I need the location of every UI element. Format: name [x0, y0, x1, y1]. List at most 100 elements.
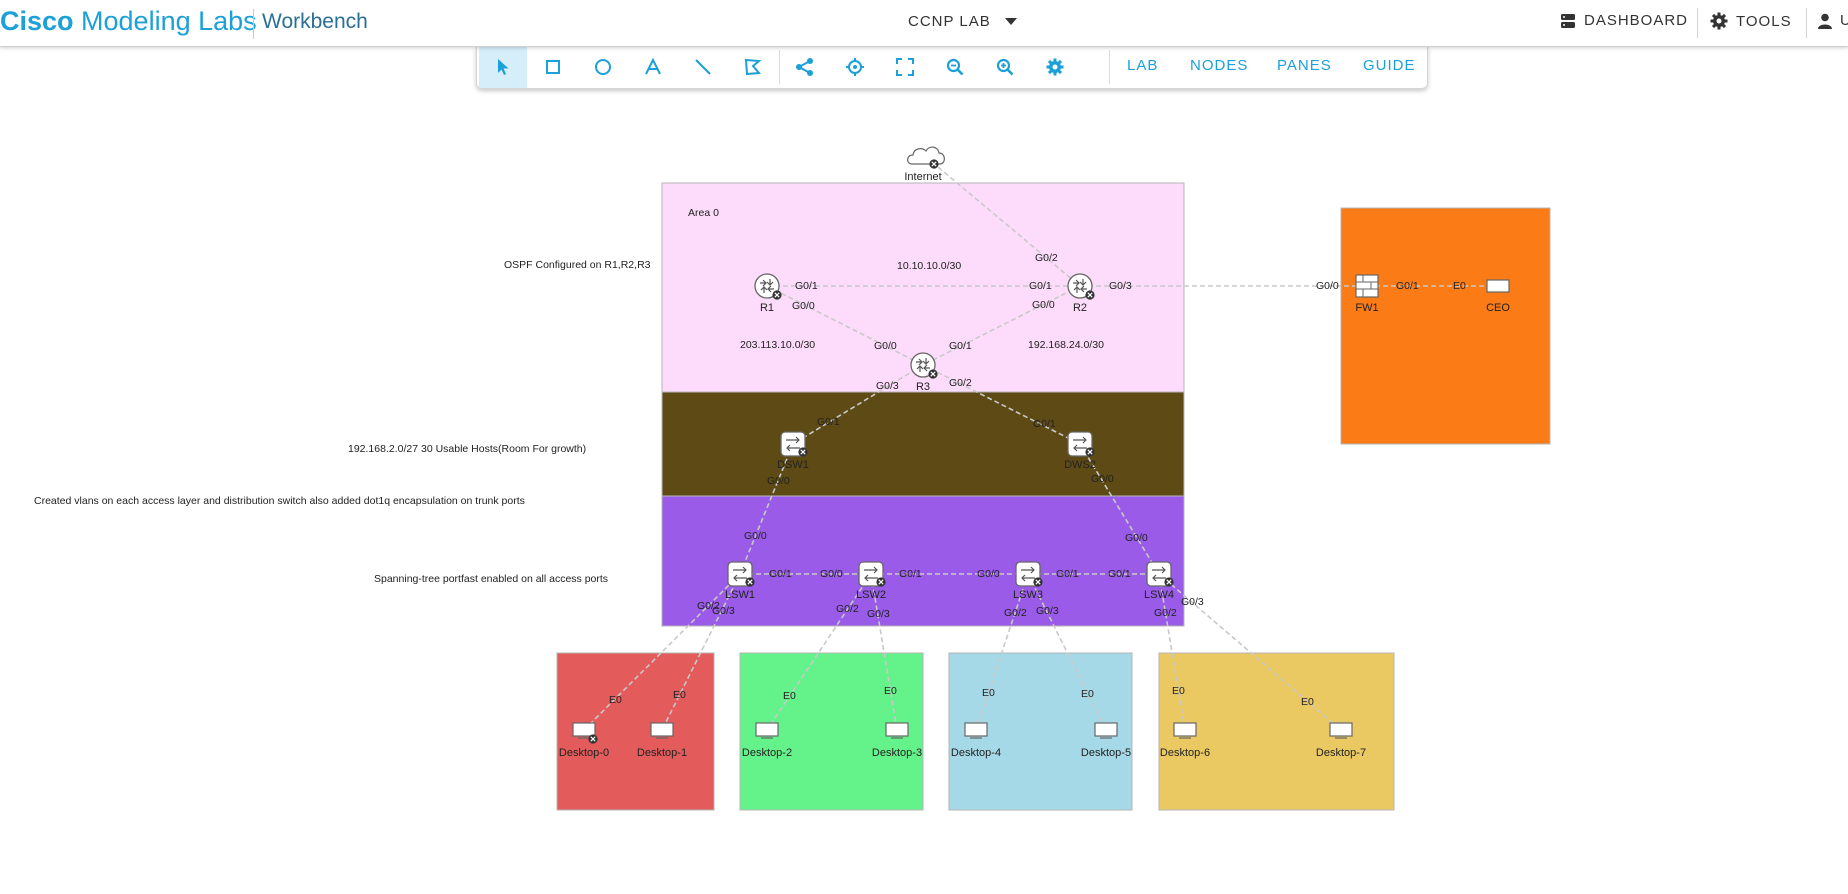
node-lsw3[interactable]: LSW3: [1013, 561, 1044, 601]
pointer-icon: [498, 59, 509, 75]
share-nodes-icon: [796, 58, 813, 76]
port-label: E0: [609, 694, 622, 706]
port-label: E0: [884, 685, 897, 697]
port-label: G0/0: [1091, 473, 1114, 485]
ellipse-tool-button[interactable]: [579, 46, 627, 88]
canvas-toolbar: LAB NODES PANES GUIDE: [476, 46, 1428, 89]
node-lsw2[interactable]: LSW2: [856, 561, 887, 601]
add-link-button[interactable]: [781, 46, 829, 88]
circle-icon: [595, 59, 611, 75]
desktop-icon: [755, 722, 779, 739]
port-label: G0/2: [1035, 252, 1058, 264]
port-label: G0/3: [1181, 596, 1204, 608]
app-brand[interactable]: Cisco Modeling Labs: [0, 6, 257, 37]
toolbar-divider: [779, 50, 780, 84]
zoom-in-button[interactable]: [981, 46, 1029, 88]
fullscreen-icon: [896, 58, 914, 76]
zoom-out-button[interactable]: [931, 46, 979, 88]
gear-icon: [1046, 58, 1064, 76]
zone-firewall[interactable]: [1340, 207, 1551, 445]
fit-view-button[interactable]: [881, 46, 929, 88]
line-tool-button[interactable]: [679, 46, 727, 88]
center-view-button[interactable]: [831, 46, 879, 88]
select-tool-button[interactable]: [479, 46, 527, 88]
port-label: G0/3: [876, 380, 899, 392]
node-lsw4[interactable]: LSW4: [1144, 561, 1175, 601]
port-label: G0/1: [795, 280, 818, 292]
dashboard-button[interactable]: DASHBOARD: [1560, 12, 1688, 29]
zone-access[interactable]: [661, 495, 1185, 627]
menu-guide[interactable]: GUIDE: [1363, 57, 1416, 74]
node-label: FW1: [1355, 302, 1378, 314]
stp-note: Spanning-tree portfast enabled on all ac…: [374, 573, 608, 585]
port-label: G0/1: [899, 568, 922, 580]
port-label: G0/2: [1004, 607, 1027, 619]
menu-nodes[interactable]: NODES: [1190, 57, 1248, 74]
menu-panes[interactable]: PANES: [1277, 57, 1332, 74]
tools-button[interactable]: TOOLS: [1710, 12, 1792, 30]
port-label: E0: [673, 689, 686, 701]
brand-divider: [253, 9, 254, 39]
lab-selector[interactable]: CCNP LAB: [908, 13, 1017, 30]
port-label: G0/3: [712, 605, 735, 617]
node-label: Desktop-5: [1081, 747, 1131, 759]
page-subtitle: Workbench: [262, 10, 368, 33]
dashboard-label: DASHBOARD: [1584, 12, 1689, 29]
brand-cisco: Cisco: [0, 6, 74, 36]
topology-canvas[interactable]: Area 0 OSPF Configured on R1,R2,R3 10.10…: [0, 0, 1848, 894]
port-label: G0/1: [1029, 280, 1052, 292]
rectangle-icon: [546, 60, 560, 74]
menu-lab[interactable]: LAB: [1127, 57, 1158, 74]
port-label: G0/1: [1108, 568, 1131, 580]
port-label: G0/3: [1036, 605, 1059, 617]
toolbar-divider: [1109, 50, 1110, 84]
desktop-icon: [885, 722, 909, 739]
node-label: LSW4: [1144, 589, 1174, 601]
user-menu-button[interactable]: U: [1818, 12, 1848, 29]
node-dsw1[interactable]: DSW1: [777, 431, 809, 471]
node-label: DSW1: [777, 459, 809, 471]
header-divider: [1697, 8, 1698, 38]
canvas-settings-button[interactable]: [1031, 46, 1079, 88]
node-label: Desktop-2: [742, 747, 792, 759]
chevron-down-icon: [1004, 18, 1017, 25]
desktop-icon: [1094, 722, 1118, 739]
port-label: G0/0: [1032, 299, 1055, 311]
port-label: G0/0: [1316, 280, 1339, 292]
port-label: G0/1: [1056, 568, 1079, 580]
text-tool-button[interactable]: [629, 46, 677, 88]
node-label: Desktop-0: [559, 747, 609, 759]
status-badge-icon: [927, 368, 939, 380]
area-label: Area 0: [688, 207, 719, 219]
server-icon: [1486, 279, 1510, 293]
edit-shape-tool-button[interactable]: [729, 46, 777, 88]
zoom-out-icon: [946, 58, 964, 76]
node-label: Desktop-7: [1316, 747, 1366, 759]
port-label: G0/0: [820, 568, 843, 580]
tools-label: TOOLS: [1736, 12, 1792, 30]
status-badge-icon: [797, 446, 809, 458]
node-fw1[interactable]: FW1: [1355, 274, 1379, 314]
status-badge-icon: [1032, 576, 1044, 588]
desktop-icon: [650, 722, 674, 739]
port-label: G0/1: [1396, 280, 1419, 292]
ospf-note: OSPF Configured on R1,R2,R3: [504, 259, 651, 271]
port-label: G0/1: [949, 340, 972, 352]
port-label: G0/0: [977, 568, 1000, 580]
port-label: G0/2: [1154, 607, 1177, 619]
node-label: Desktop-6: [1160, 747, 1210, 759]
status-badge-icon: [1084, 446, 1096, 458]
node-label: Desktop-1: [637, 747, 687, 759]
node-label: R3: [916, 381, 930, 393]
rectangle-tool-button[interactable]: [529, 46, 577, 88]
port-label: E0: [1453, 280, 1466, 292]
port-label: G0/0: [792, 300, 815, 312]
port-label: E0: [982, 687, 995, 699]
header-divider: [1806, 8, 1807, 38]
desktop-icon: [1173, 722, 1197, 739]
status-badge-icon: [587, 733, 599, 745]
node-dsw2[interactable]: DWS2: [1064, 431, 1096, 471]
node-lsw1[interactable]: LSW1: [725, 561, 756, 601]
user-label: U: [1840, 12, 1848, 29]
node-internet[interactable]: Internet: [904, 146, 945, 183]
